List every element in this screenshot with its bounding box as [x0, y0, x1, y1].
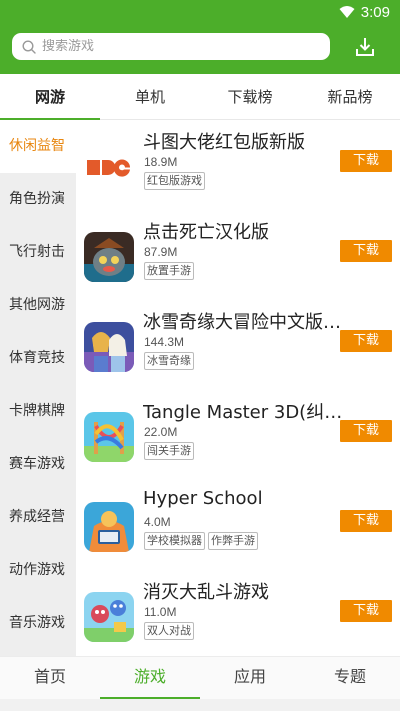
category-tabs: 网游 单机 下载榜 新品榜: [0, 74, 400, 120]
game-tag[interactable]: 闯关手游: [144, 442, 194, 460]
game-tags: 红包版游戏: [144, 172, 205, 190]
game-size: 87.9M: [144, 245, 178, 259]
status-time: 3:09: [360, 3, 390, 21]
game-tags: 学校模拟器 作弊手游: [144, 532, 258, 550]
game-list: 斗图大佬红包版新版 18.9M 红包版游戏 下载 点击死亡汉化版 87.9M 放…: [76, 120, 400, 656]
game-tag[interactable]: 冰雪奇缘: [144, 352, 194, 370]
game-tags: 闯关手游: [144, 442, 194, 460]
game-app-icon: [84, 502, 134, 552]
game-tag[interactable]: 学校模拟器: [144, 532, 205, 550]
sidebar-item-rpg[interactable]: 角色扮演: [0, 173, 76, 226]
download-button[interactable]: 下载: [340, 150, 392, 172]
tab-single-player[interactable]: 单机: [100, 74, 200, 119]
search-bar[interactable]: [12, 33, 330, 60]
game-tag[interactable]: 红包版游戏: [144, 172, 205, 190]
bottom-navigation: 首页 游戏 应用 专题: [0, 656, 400, 700]
tab-download-ranking[interactable]: 下载榜: [200, 74, 300, 119]
nav-apps[interactable]: 应用: [200, 657, 300, 699]
sidebar-item-shooting[interactable]: 飞行射击: [0, 226, 76, 279]
download-button[interactable]: 下载: [340, 330, 392, 352]
game-tags: 冰雪奇缘: [144, 352, 194, 370]
game-size: 22.0M: [144, 425, 178, 439]
game-title: 冰雪奇缘大冒险中文版…: [143, 312, 341, 333]
tab-online-games[interactable]: 网游: [0, 74, 100, 120]
sidebar-item-other[interactable]: 其他网游: [0, 279, 76, 332]
game-app-icon: [84, 592, 134, 642]
download-button[interactable]: 下载: [340, 240, 392, 262]
sidebar-item-racing[interactable]: 赛车游戏: [0, 438, 76, 491]
game-list-item[interactable]: Hyper School 4.0M 学校模拟器 作弊手游 下载: [76, 480, 400, 570]
sidebar-item-casual[interactable]: 休闲益智: [0, 120, 76, 173]
game-app-icon: [84, 142, 134, 192]
game-size: 4.0M: [144, 515, 171, 529]
sidebar-item-cards[interactable]: 卡牌棋牌: [0, 385, 76, 438]
game-size: 144.3M: [144, 335, 185, 349]
game-list-item[interactable]: 斗图大佬红包版新版 18.9M 红包版游戏 下载: [76, 120, 400, 210]
nav-home[interactable]: 首页: [0, 657, 100, 699]
search-icon: [22, 39, 36, 54]
game-title: 点击死亡汉化版: [143, 222, 269, 243]
download-icon: [356, 38, 374, 56]
game-size: 18.9M: [144, 155, 178, 169]
download-button[interactable]: 下载: [340, 510, 392, 532]
genre-sidebar: 休闲益智 角色扮演 飞行射击 其他网游 体育竞技 卡牌棋牌 赛车游戏 养成经营 …: [0, 120, 76, 656]
game-title: Hyper School: [143, 488, 263, 509]
download-manager-button[interactable]: [352, 34, 378, 60]
nav-games[interactable]: 游戏: [100, 657, 200, 700]
game-tag[interactable]: 双人对战: [144, 622, 194, 640]
search-input[interactable]: [42, 39, 302, 54]
game-title: 斗图大佬红包版新版: [143, 132, 305, 153]
game-list-item[interactable]: 冰雪奇缘大冒险中文版… 144.3M 冰雪奇缘 下载: [76, 300, 400, 390]
download-button[interactable]: 下载: [340, 600, 392, 622]
sidebar-item-sports[interactable]: 体育竞技: [0, 332, 76, 385]
game-tag[interactable]: 作弊手游: [208, 532, 258, 550]
game-size: 11.0M: [144, 605, 177, 619]
sidebar-item-music[interactable]: 音乐游戏: [0, 597, 76, 650]
game-list-item[interactable]: 消灭大乱斗游戏 11.0M 双人对战 下载: [76, 570, 400, 660]
sidebar-item-simulation[interactable]: 养成经营: [0, 491, 76, 544]
game-tags: 放置手游: [144, 262, 194, 280]
game-tags: 双人对战: [144, 622, 194, 640]
game-app-icon: [84, 412, 134, 462]
sidebar-item-action[interactable]: 动作游戏: [0, 544, 76, 597]
game-list-item[interactable]: Tangle Master 3D(纠结… 22.0M 闯关手游 下载: [76, 390, 400, 480]
game-title: 消灭大乱斗游戏: [143, 582, 269, 603]
download-button[interactable]: 下载: [340, 420, 392, 442]
game-tag[interactable]: 放置手游: [144, 262, 194, 280]
status-bar: 3:09: [339, 2, 390, 22]
app-header: 3:09: [0, 0, 400, 74]
game-app-icon: [84, 322, 134, 372]
game-list-item[interactable]: 点击死亡汉化版 87.9M 放置手游 下载: [76, 210, 400, 300]
game-title: Tangle Master 3D(纠结…: [143, 402, 343, 423]
nav-topics[interactable]: 专题: [300, 657, 400, 699]
game-app-icon: [84, 232, 134, 282]
wifi-icon: [339, 6, 355, 18]
system-nav-area: [0, 699, 400, 711]
tab-new-ranking[interactable]: 新品榜: [300, 74, 400, 119]
